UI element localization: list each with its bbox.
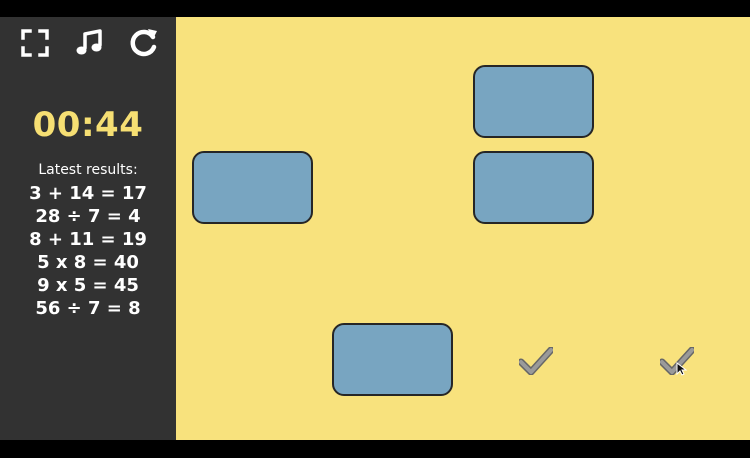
result-item: 8 + 11 = 19 — [29, 229, 147, 250]
results-title: Latest results: — [38, 162, 138, 178]
restart-button[interactable] — [128, 27, 160, 59]
music-button[interactable] — [74, 27, 106, 59]
result-item: 28 ÷ 7 = 4 — [35, 206, 141, 227]
result-item: 5 x 8 = 40 — [37, 252, 139, 273]
mouse-cursor-icon — [676, 362, 688, 376]
top-black-bar — [0, 0, 750, 17]
answer-tile[interactable] — [192, 151, 313, 224]
controls-toolbar — [0, 27, 176, 59]
fullscreen-button[interactable] — [19, 27, 51, 59]
answer-tile[interactable] — [473, 151, 594, 224]
answer-tile[interactable] — [332, 323, 453, 396]
music-icon — [76, 29, 102, 55]
game-frame: 00:44 Latest results: 3 + 14 = 17 28 ÷ 7… — [0, 0, 750, 458]
fullscreen-icon — [21, 29, 49, 57]
timer: 00:44 — [32, 105, 144, 145]
result-item: 56 ÷ 7 = 8 — [35, 298, 141, 319]
checkmark-icon — [519, 347, 553, 375]
result-item: 9 x 5 = 45 — [37, 275, 139, 296]
answer-tile[interactable] — [473, 65, 594, 138]
game-board — [176, 17, 750, 440]
result-item: 3 + 14 = 17 — [29, 183, 147, 204]
results-list: 3 + 14 = 17 28 ÷ 7 = 4 8 + 11 = 19 5 x 8… — [0, 182, 176, 320]
sidebar: 00:44 Latest results: 3 + 14 = 17 28 ÷ 7… — [0, 17, 176, 440]
bottom-black-bar — [0, 440, 750, 458]
restart-icon — [130, 29, 157, 57]
